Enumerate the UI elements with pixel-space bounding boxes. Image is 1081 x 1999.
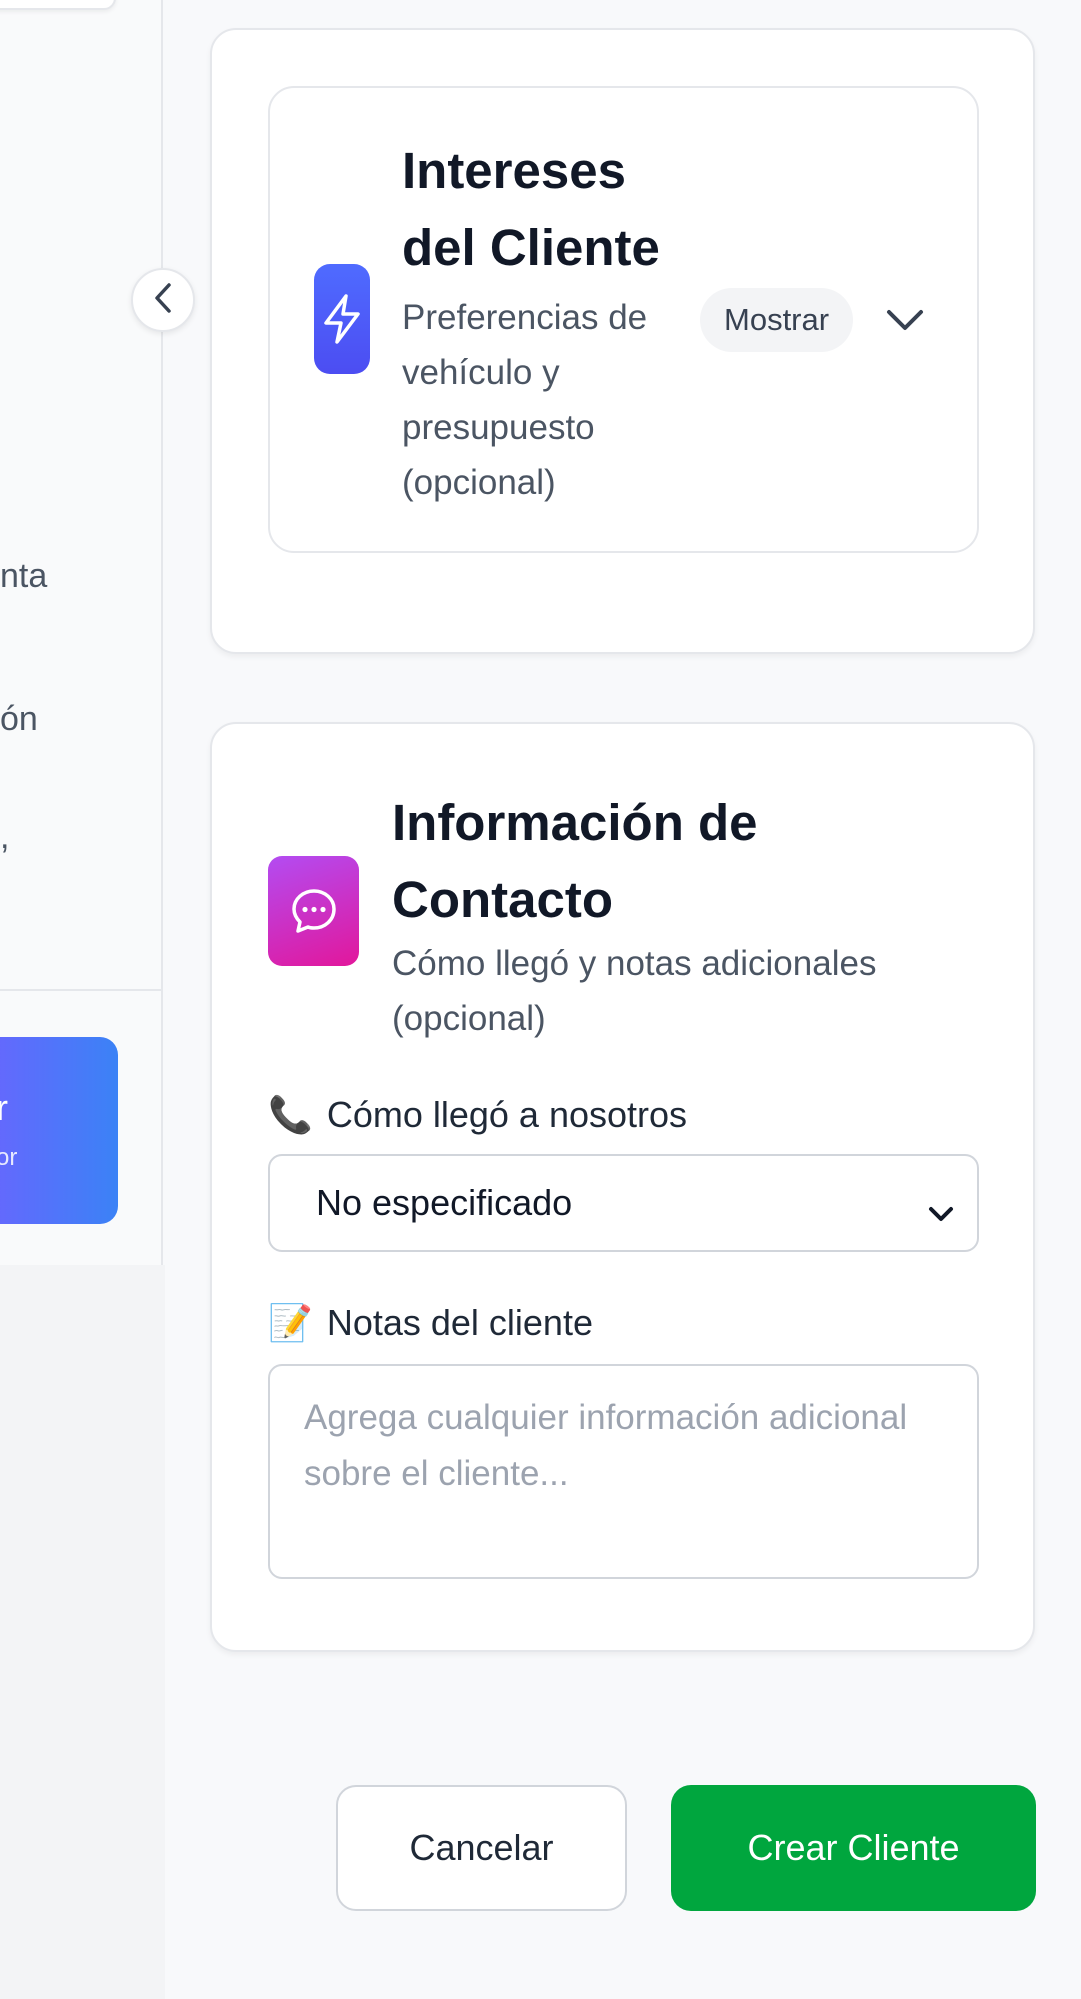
interests-card: Intereses del Cliente Preferencias de ve… [210,28,1035,654]
sidebar-footer-area [0,1265,165,1999]
promo-title: r [0,1087,8,1128]
chevron-down-icon [927,1192,955,1234]
interests-subtitle: Preferencias de vehículo y presupuesto (… [402,298,648,502]
contact-card: Información de Contacto Cómo llegó y not… [210,722,1035,1652]
promo-subtitle: or [0,1144,18,1171]
sidebar: nta ón , r or [0,0,163,1265]
phone-icon: 📞 [268,1094,313,1135]
sidebar-promo-card[interactable]: r or [0,1037,118,1224]
sidebar-item-label[interactable]: nta [0,557,47,596]
sidebar-divider [0,989,162,991]
contact-subtitle: Cómo llegó y notas adicionales (opcional… [392,944,877,1038]
contact-title: Información de Contacto [392,794,758,928]
sidebar-item-label[interactable]: , [0,818,9,857]
bolt-icon [314,264,370,374]
source-select[interactable]: No especificado [268,1154,979,1252]
source-label-text: Cómo llegó a nosotros [326,1094,688,1135]
cancel-button[interactable]: Cancelar [336,1785,627,1911]
notes-textarea[interactable] [268,1364,979,1579]
chevron-left-icon [152,281,174,320]
source-select-value: No especificado [316,1182,573,1223]
collapse-sidebar-button[interactable] [131,268,195,332]
sidebar-item-label[interactable]: ón [0,700,38,739]
notes-label-text: Notas del cliente [326,1302,593,1343]
interests-toggle-header[interactable]: Intereses del Cliente Preferencias de ve… [268,86,979,553]
source-field-label: 📞 Cómo llegó a nosotros [268,1094,687,1136]
memo-icon: 📝 [268,1302,313,1343]
show-toggle-badge[interactable]: Mostrar [700,288,854,352]
chevron-down-icon[interactable] [882,300,928,340]
interests-title: Intereses del Cliente [402,142,660,276]
notes-field-label: 📝 Notas del cliente [268,1302,593,1344]
chat-bubble-icon [268,856,359,966]
create-client-button[interactable]: Crear Cliente [671,1785,1036,1911]
sidebar-top-card[interactable] [0,0,116,10]
